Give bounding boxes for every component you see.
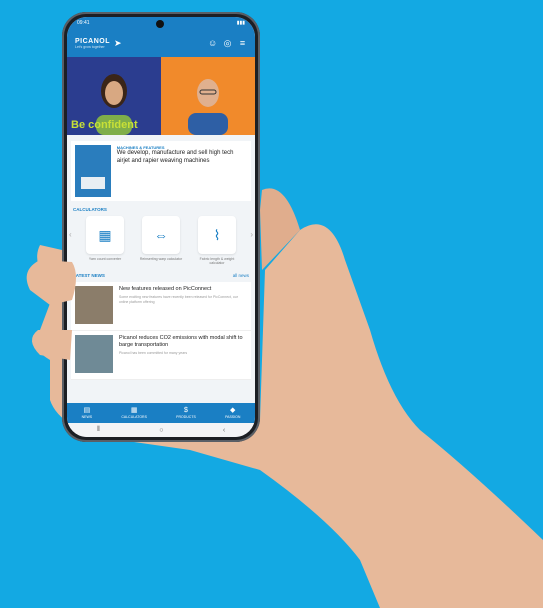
- thumb-overlay: [26, 260, 77, 360]
